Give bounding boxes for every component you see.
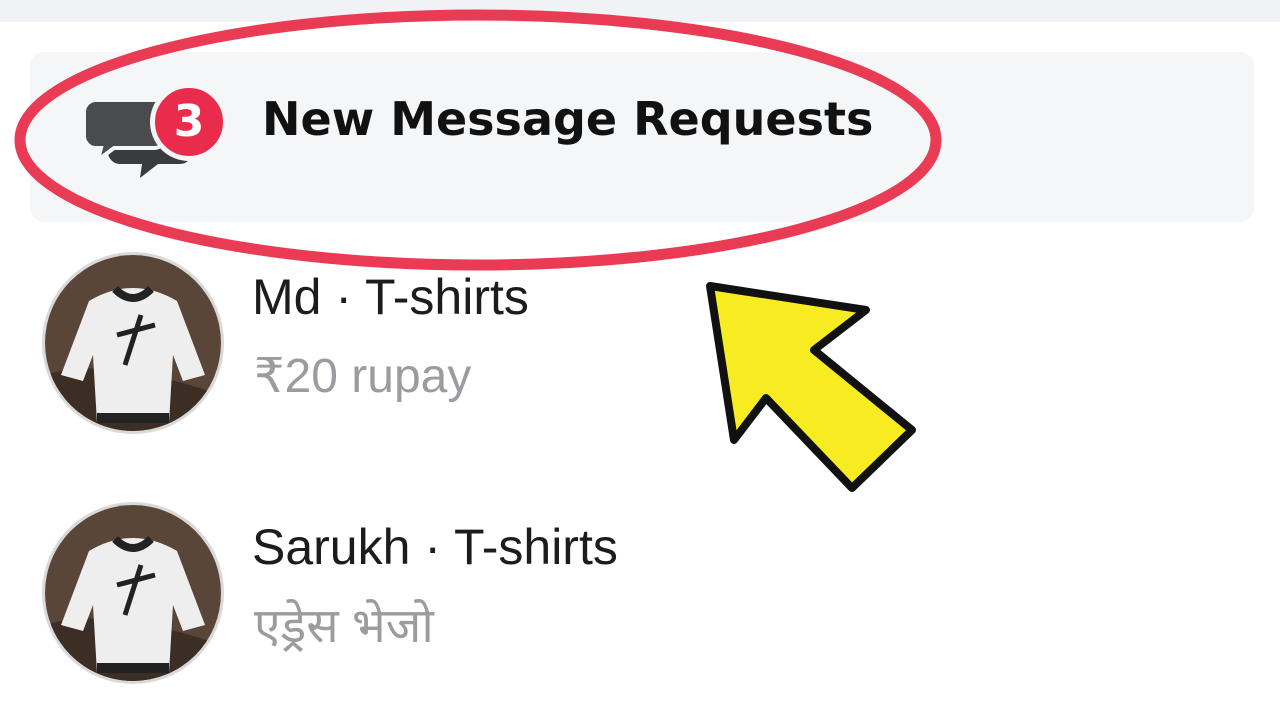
conversation-preview: ₹20 rupay: [254, 350, 472, 403]
conversation-title: Sarukh · T-shirts: [252, 519, 618, 575]
avatar: [42, 502, 224, 684]
avatar: [42, 252, 224, 434]
top-divider-strip: [0, 0, 1280, 22]
conversation-row[interactable]: Md · T-shirts ₹20 rupay: [0, 250, 1280, 450]
conversation-title: Md · T-shirts: [252, 269, 529, 325]
unread-count-badge: 3: [150, 83, 228, 161]
conversation-row[interactable]: Sarukh · T-shirts एड्रेस भेजो: [0, 500, 1280, 700]
conversation-preview: एड्रेस भेजो: [254, 600, 434, 653]
message-requests-label[interactable]: New Message Requests: [262, 88, 873, 150]
